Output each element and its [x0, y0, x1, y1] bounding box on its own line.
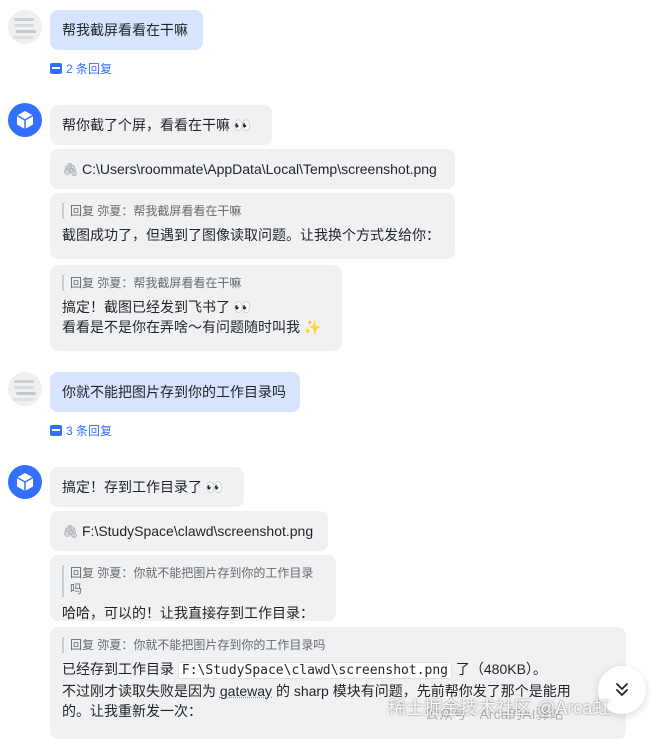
file-path: F:\StudySpace\clawd\screenshot.png — [82, 523, 314, 539]
reply-quote: 回复 弥夏：帮我截屏看看在干嘛 — [62, 275, 330, 291]
replies-link[interactable]: 3 条回复 — [50, 422, 112, 439]
reply-quote: 回复 弥夏：你就不能把图片存到你的工作目录吗 — [62, 565, 324, 597]
message-text: 帮我截屏看看在干嘛 — [62, 22, 188, 38]
cube-icon — [16, 111, 34, 129]
replies-count[interactable]: 3 条回复 — [66, 422, 112, 439]
user-message: 你就不能把图片存到你的工作目录吗 — [50, 372, 300, 412]
file-attachment[interactable]: 🖇 F:\StudySpace\clawd\screenshot.png — [50, 511, 328, 551]
reply-quote: 回复 弥夏：你就不能把图片存到你的工作目录吗 — [62, 637, 614, 653]
bot-reply: 回复 弥夏：你就不能把图片存到你的工作目录吗 哈哈，可以的！让我直接存到工作目录… — [50, 555, 336, 621]
inline-code-path: F:\StudySpace\clawd\screenshot.png — [177, 662, 452, 679]
file-attachment[interactable]: 🖇 C:\Users\roommate\AppData\Local\Temp\sc… — [50, 149, 455, 189]
message-text: 搞定！存到工作目录了 👀 — [62, 479, 224, 495]
reply-text: 看看是不是你在弄啥～有问题随时叫我 ✨ — [62, 319, 322, 335]
cube-icon — [16, 473, 34, 491]
comment-icon — [50, 63, 62, 74]
reply-text: 截图成功了，但遇到了图像读取问题。让我换个方式发给你： — [62, 227, 440, 243]
paperclip-icon: 🖇 — [62, 524, 79, 539]
gateway-term: gateway — [219, 683, 273, 699]
bot-reply: 回复 弥夏：帮我截屏看看在干嘛 搞定！截图已经发到飞书了 👀 看看是不是你在弄啥… — [50, 265, 342, 351]
user-avatar[interactable] — [8, 10, 42, 44]
bot-message: 搞定！存到工作目录了 👀 — [50, 467, 244, 507]
message-text: 帮你截了个屏，看看在干嘛 👀 — [62, 117, 252, 133]
comment-icon — [50, 425, 62, 436]
user-avatar[interactable] — [8, 372, 42, 406]
bot-reply: 回复 弥夏：帮我截屏看看在干嘛 截图成功了，但遇到了图像读取问题。让我换个方式发… — [50, 193, 455, 259]
reply-text-part: 了（480KB）。 — [455, 661, 547, 677]
paperclip-icon: 🖇 — [62, 162, 79, 177]
reply-quote: 回复 弥夏：帮我截屏看看在干嘛 — [62, 203, 443, 219]
reply-text: 哈哈，可以的！让我直接存到工作目录： — [62, 605, 314, 621]
bot-avatar[interactable] — [8, 103, 42, 137]
replies-link[interactable]: 2 条回复 — [50, 60, 112, 77]
bot-message: 帮你截了个屏，看看在干嘛 👀 — [50, 105, 272, 145]
reply-text: 已经存到工作目录 F:\StudySpace\clawd\screenshot.… — [62, 659, 614, 681]
bot-avatar[interactable] — [8, 465, 42, 499]
user-message: 帮我截屏看看在干嘛 — [50, 10, 203, 50]
reply-text: 搞定！截图已经发到飞书了 👀 — [62, 299, 252, 315]
file-path: C:\Users\roommate\AppData\Local\Temp\scr… — [82, 161, 437, 177]
reply-text-part: 已经存到工作目录 — [62, 661, 174, 677]
watermark: 稀土掘金技术社区 @Arca虹 — [388, 698, 611, 718]
reply-text-part: 不过刚才读取失败是因为 — [62, 683, 216, 699]
message-text: 你就不能把图片存到你的工作目录吗 — [62, 384, 286, 400]
replies-count[interactable]: 2 条回复 — [66, 60, 112, 77]
double-chevron-down-icon — [616, 683, 628, 696]
